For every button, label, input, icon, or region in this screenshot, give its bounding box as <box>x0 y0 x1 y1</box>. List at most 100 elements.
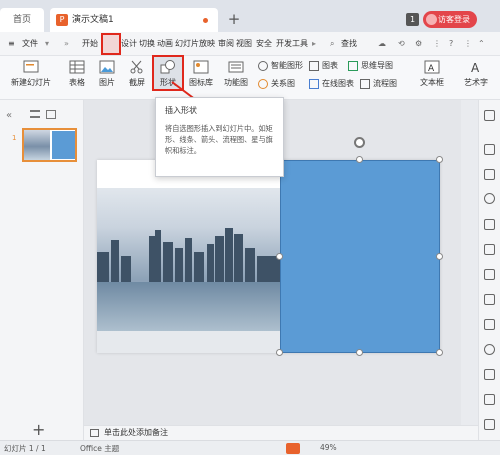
resize-handle-top-right[interactable] <box>436 156 443 163</box>
search-label[interactable]: 查找 <box>341 32 357 56</box>
more-tabs-icon[interactable]: ▸ <box>312 32 316 56</box>
new-slide-button[interactable]: 新建幻灯片 <box>8 60 54 88</box>
menu-tab-security[interactable]: 安全 <box>256 32 272 56</box>
chart-icon <box>309 61 319 71</box>
table-button[interactable]: 表格 <box>66 60 88 88</box>
hamburger-icon[interactable]: ≡ <box>8 32 15 56</box>
resize-handle-left[interactable] <box>276 253 283 260</box>
resize-handle-bottom-right[interactable] <box>436 349 443 356</box>
table-icon <box>69 60 85 74</box>
online-chart-label: 在线图表 <box>322 79 354 88</box>
chart-tool-icon[interactable] <box>484 269 495 280</box>
wordart-button[interactable]: A 艺术字 <box>456 60 496 88</box>
online-chart-button[interactable]: 在线图表 <box>309 78 354 90</box>
crop-icon[interactable] <box>484 319 495 330</box>
menu-file[interactable]: 文件 <box>22 32 38 56</box>
insert-tab-highlight <box>101 33 121 55</box>
window-count-badge[interactable]: 1 <box>406 13 419 26</box>
mind-map-icon <box>348 61 358 71</box>
mind-map-label: 思维导图 <box>361 61 393 70</box>
menu-tab-slideshow[interactable]: 幻灯片放映 <box>175 32 215 56</box>
presentation-icon: P <box>56 14 68 26</box>
flowchart-label: 流程图 <box>373 79 397 88</box>
login-button[interactable]: 访客登录 <box>423 11 477 28</box>
animation-icon[interactable] <box>484 369 495 380</box>
smart-shape-icon <box>258 61 268 71</box>
inserted-rectangle-shape[interactable] <box>280 160 440 353</box>
add-slide-button[interactable]: + <box>32 420 45 439</box>
collapse-ribbon-icon[interactable]: ⌃ <box>478 32 485 56</box>
icon-library-icon <box>193 60 209 74</box>
picture-button[interactable]: 图片 <box>96 60 118 88</box>
slide-view-icon[interactable] <box>46 110 56 119</box>
new-slide-icon <box>23 60 39 73</box>
smart-shape-label: 智能图形 <box>271 61 303 70</box>
transform-icon[interactable] <box>484 144 495 155</box>
right-toolbar <box>478 100 500 440</box>
zoom-level[interactable]: 49% <box>320 443 337 452</box>
sync-icon[interactable] <box>484 394 495 405</box>
more-arrows-icon[interactable]: » <box>64 32 69 56</box>
tooltip-body: 将自选图形插入到幻灯片中。如矩形、线条、箭头、流程图、星与旗帜和标注。 <box>165 124 273 155</box>
smart-shape-button[interactable]: 智能图形 <box>258 60 303 72</box>
notes-icon <box>90 429 99 437</box>
adjust-icon[interactable] <box>484 294 495 305</box>
star-icon[interactable] <box>484 193 495 204</box>
notes-pane[interactable]: 单击此处添加备注 <box>84 425 478 440</box>
chevron-down-icon[interactable]: ▾ <box>45 32 49 56</box>
more-options-icon[interactable]: ⋮ <box>464 32 472 56</box>
theme-name: Office 主题 <box>80 444 120 453</box>
wordart-icon: A <box>471 61 480 74</box>
tab-home[interactable]: 首页 <box>0 8 44 32</box>
share-icon[interactable]: ⟲ <box>398 32 405 56</box>
rotate-handle-icon[interactable] <box>354 137 365 148</box>
tab-document[interactable]: P 演示文稿1 <box>50 8 218 32</box>
more-menu-icon[interactable]: ⋮ <box>433 32 441 56</box>
cloud-icon[interactable]: ☁ <box>378 32 386 56</box>
pin-icon[interactable] <box>484 110 495 121</box>
search-icon[interactable]: ⌕ <box>330 32 334 56</box>
menu-tab-start[interactable]: 开始 <box>82 32 98 56</box>
menu-tab-view[interactable]: 视图 <box>236 32 252 56</box>
menu-tab-transition[interactable]: 切换 <box>139 32 155 56</box>
textbox-button[interactable]: A 文本框 <box>412 60 452 88</box>
new-tab-button[interactable]: + <box>224 8 244 30</box>
chart-label: 图表 <box>322 61 338 70</box>
menu-tab-developer[interactable]: 开发工具 <box>276 32 308 56</box>
unsaved-dot-icon <box>203 18 208 23</box>
settings-icon[interactable]: ⚙ <box>415 32 422 56</box>
svg-text:A: A <box>471 61 480 74</box>
flowchart-button[interactable]: 流程图 <box>360 78 397 90</box>
slide-thumbnail[interactable] <box>22 128 77 162</box>
resize-handle-bottom-left[interactable] <box>276 349 283 356</box>
help-icon[interactable]: ? <box>449 32 453 56</box>
thumbnail-photo <box>24 130 50 160</box>
menu-tab-animation[interactable]: 动画 <box>157 32 173 56</box>
play-icon[interactable] <box>286 443 300 454</box>
city-skyline-photo[interactable] <box>97 160 280 353</box>
screenshot-button[interactable]: 截屏 <box>126 60 148 88</box>
layers-icon[interactable] <box>484 219 495 230</box>
avatar-icon <box>426 14 437 25</box>
status-bar: 幻灯片 1 / 1 Office 主题 49% <box>0 440 500 455</box>
chart-button[interactable]: 图表 <box>309 60 338 72</box>
collapse-panel-icon[interactable]: « <box>6 110 12 121</box>
user-icon[interactable] <box>484 344 495 355</box>
menu-bar: ≡ 文件 ▾ » 开始 插入 设计 切换 动画 幻灯片放映 审阅 视图 安全 开… <box>0 32 500 56</box>
resize-handle-bottom[interactable] <box>356 349 363 356</box>
screenshot-label: 截屏 <box>129 78 145 87</box>
outline-view-icon[interactable] <box>30 110 40 118</box>
mind-map-button[interactable]: 思维导图 <box>348 60 393 72</box>
flowchart-icon <box>360 79 370 89</box>
resize-handle-top[interactable] <box>356 156 363 163</box>
menu-tab-design[interactable]: 设计 <box>121 32 137 56</box>
textbox-label: 文本框 <box>420 78 444 87</box>
wordart-label: 艺术字 <box>464 78 488 87</box>
copy-icon[interactable] <box>484 169 495 180</box>
table-tool-icon[interactable] <box>484 244 495 255</box>
menu-tab-review[interactable]: 审阅 <box>218 32 234 56</box>
resize-handle-right[interactable] <box>436 253 443 260</box>
more-tools-icon[interactable] <box>484 419 495 430</box>
slide-number: 1 <box>12 134 17 142</box>
tooltip-title: 插入形状 <box>165 106 197 115</box>
